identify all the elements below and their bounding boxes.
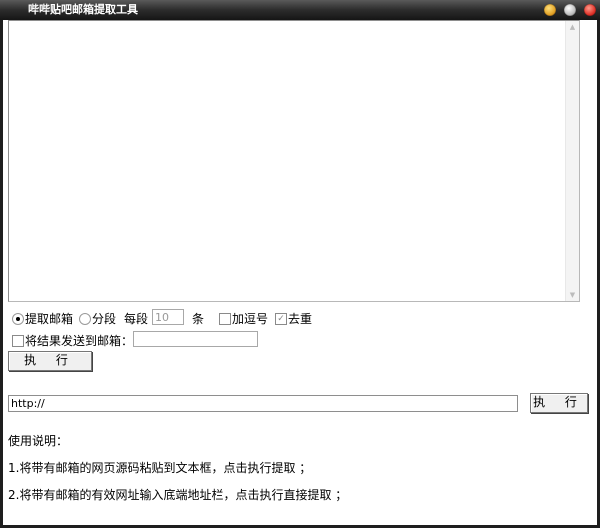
email-input[interactable] xyxy=(133,331,258,347)
minimize-icon[interactable] xyxy=(544,4,556,16)
url-input[interactable]: http:// xyxy=(8,395,518,412)
per-segment-label: 每段 xyxy=(124,312,149,326)
vertical-scrollbar[interactable]: ▲ ▼ xyxy=(565,21,579,301)
source-textarea[interactable]: ▲ ▼ xyxy=(8,20,580,302)
dedupe-label: 去重 xyxy=(288,312,313,326)
add-comma-checkbox[interactable] xyxy=(219,313,231,325)
add-comma-label: 加逗号 xyxy=(232,312,269,326)
instructions-step-2: 2.将带有邮箱的有效网址输入底端地址栏，点击执行直接提取 ； xyxy=(8,488,348,502)
scroll-up-icon[interactable]: ▲ xyxy=(566,21,579,33)
execute-button[interactable]: 执 行 xyxy=(8,351,92,371)
extract-email-label: 提取邮箱 xyxy=(25,312,74,326)
url-execute-button[interactable]: 执 行 xyxy=(530,393,588,413)
segment-radio[interactable] xyxy=(79,313,91,325)
per-segment-input[interactable]: 10 xyxy=(152,309,184,325)
window-title: 哔哔贴吧邮箱提取工具 xyxy=(28,3,138,16)
instructions-step-1: 1.将带有邮箱的网页源码粘贴到文本框，点击执行提取 ； xyxy=(8,461,312,475)
extract-email-radio[interactable] xyxy=(12,313,24,325)
scroll-down-icon[interactable]: ▼ xyxy=(566,289,579,301)
instructions-heading: 使用说明： xyxy=(8,434,69,448)
dedupe-checkbox[interactable]: ✓ xyxy=(275,313,287,325)
send-to-email-label: 将结果发送到邮箱： xyxy=(25,334,134,348)
close-icon[interactable] xyxy=(584,4,596,16)
segment-label: 分段 xyxy=(92,312,117,326)
title-bar: 哔哔贴吧邮箱提取工具 xyxy=(0,0,600,20)
main-panel: ▲ ▼ 提取邮箱 分段 每段 10 条 加逗号 ✓ 去重 将结果发送到邮箱： 执… xyxy=(3,20,597,525)
per-segment-unit: 条 xyxy=(192,312,205,326)
send-to-email-checkbox[interactable] xyxy=(12,335,24,347)
maximize-icon[interactable] xyxy=(564,4,576,16)
